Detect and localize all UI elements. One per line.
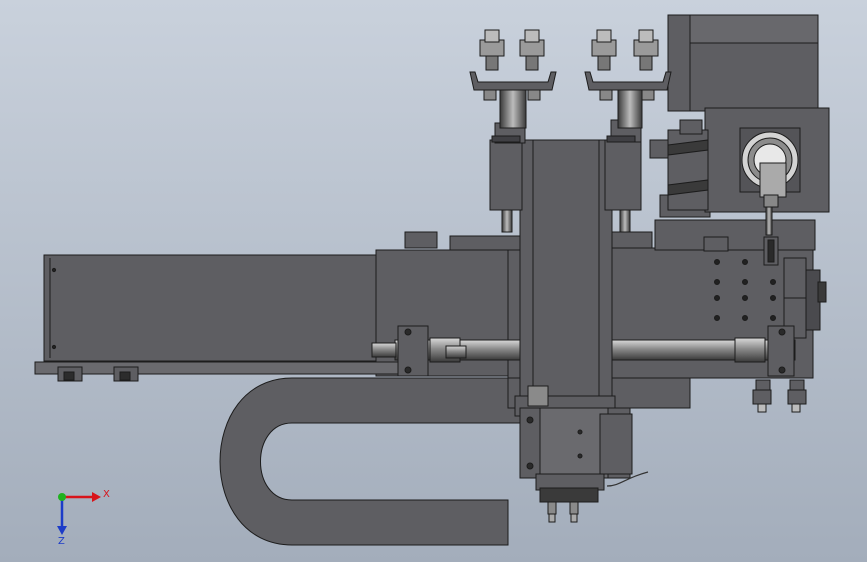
motor-belt-bracket	[649, 119, 709, 211]
cable-drag-chain	[219, 377, 521, 546]
y-axis-dot	[58, 493, 66, 501]
x-axis-label: X	[103, 489, 110, 500]
z-axis-label: Z	[58, 536, 65, 547]
gripper-head	[514, 385, 633, 523]
vacuum-cup-assembly-left	[469, 29, 557, 129]
cad-viewport[interactable]: X Z	[0, 0, 867, 562]
cad-model-view[interactable]: X Z	[0, 0, 867, 562]
rail-mount-foot-2	[113, 366, 139, 382]
z-axis-arrowhead	[57, 526, 67, 535]
x-axis-arrowhead	[92, 492, 101, 502]
vacuum-cup-assembly-right	[584, 29, 672, 129]
rail-mount-foot-1	[57, 366, 83, 382]
side-clamp	[763, 236, 779, 266]
vertical-column	[519, 139, 613, 403]
pneumatic-fitting-1	[752, 379, 772, 413]
pneumatic-fitting-2	[787, 379, 807, 413]
base-rail	[34, 361, 416, 375]
top-cap	[404, 231, 438, 249]
axis-triad: X Z	[57, 489, 110, 547]
linear-module-left-body	[43, 254, 381, 362]
